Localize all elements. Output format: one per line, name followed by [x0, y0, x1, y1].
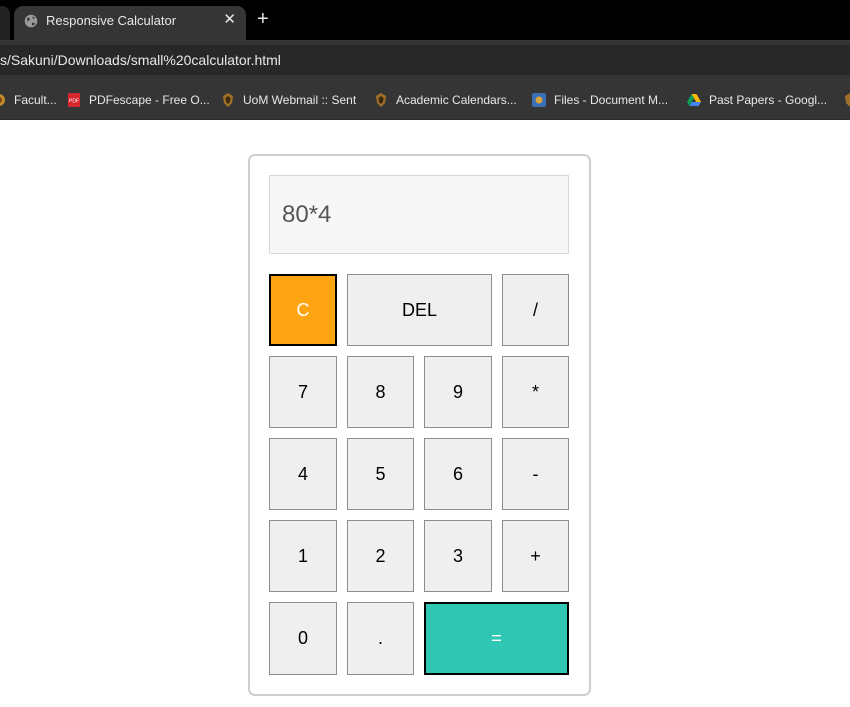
- digit-1-button[interactable]: 1: [269, 520, 337, 592]
- calculator-display[interactable]: 80*4: [269, 175, 569, 254]
- bookmark-label: PDFescape - Free O...: [89, 93, 210, 107]
- bookmark-academic-calendars[interactable]: Academic Calendars...: [373, 91, 517, 109]
- uom-crest-icon: [845, 93, 850, 107]
- close-tab-icon[interactable]: ✕: [223, 11, 236, 29]
- multiply-button[interactable]: *: [502, 356, 569, 428]
- clear-button[interactable]: C: [269, 274, 337, 346]
- tab-responsive-calculator[interactable]: Responsive Calculator ✕: [14, 6, 246, 40]
- digit-8-button[interactable]: 8: [347, 356, 414, 428]
- bookmark-overflow[interactable]: [842, 91, 850, 109]
- digit-0-button[interactable]: 0: [269, 602, 337, 675]
- bookmark-files[interactable]: Files - Document M...: [531, 91, 668, 109]
- files-icon: [532, 93, 546, 107]
- pdf-icon: PDF: [68, 93, 80, 107]
- digit-7-button[interactable]: 7: [269, 356, 337, 428]
- new-tab-button[interactable]: +: [257, 8, 269, 30]
- bookmark-uom-webmail[interactable]: UoM Webmail :: Sent: [220, 91, 356, 109]
- tab-title: Responsive Calculator: [46, 13, 177, 28]
- url-field[interactable]: s/Sakuni/Downloads/small%20calculator.ht…: [0, 45, 850, 75]
- digit-9-button[interactable]: 9: [424, 356, 492, 428]
- previous-tab[interactable]: [0, 6, 10, 40]
- digit-5-button[interactable]: 5: [347, 438, 414, 510]
- digit-6-button[interactable]: 6: [424, 438, 492, 510]
- bookmark-faculty[interactable]: Facult...: [0, 91, 57, 109]
- bookmark-label: Past Papers - Googl...: [709, 93, 828, 107]
- globe-icon: [24, 14, 38, 28]
- bookmark-label: Files - Document M...: [554, 93, 669, 107]
- svg-text:PDF: PDF: [69, 99, 79, 105]
- bookmark-past-papers[interactable]: Past Papers - Googl...: [686, 91, 827, 109]
- delete-button[interactable]: DEL: [347, 274, 492, 346]
- uom-crest-icon: [376, 93, 386, 107]
- plus-button[interactable]: +: [502, 520, 569, 592]
- browser-tab-bar: Responsive Calculator ✕ +: [0, 0, 850, 40]
- digit-3-button[interactable]: 3: [424, 520, 492, 592]
- bookmark-label: Facult...: [14, 93, 57, 107]
- bookmark-label: Academic Calendars...: [396, 93, 517, 107]
- bookmarks-bar: Facult... PDF PDFescape - Free O... UoM …: [0, 80, 850, 120]
- divide-button[interactable]: /: [502, 274, 569, 346]
- digit-2-button[interactable]: 2: [347, 520, 414, 592]
- uom-crest-icon: [223, 93, 233, 107]
- equals-button[interactable]: =: [424, 602, 569, 675]
- digit-4-button[interactable]: 4: [269, 438, 337, 510]
- faculty-icon: [0, 94, 5, 106]
- url-text: s/Sakuni/Downloads/small%20calculator.ht…: [0, 52, 281, 68]
- google-drive-icon: [687, 94, 701, 106]
- address-bar: s/Sakuni/Downloads/small%20calculator.ht…: [0, 40, 850, 80]
- minus-button[interactable]: -: [502, 438, 569, 510]
- decimal-point-button[interactable]: .: [347, 602, 414, 675]
- bookmark-pdfescape[interactable]: PDF PDFescape - Free O...: [66, 91, 210, 109]
- bookmark-label: UoM Webmail :: Sent: [243, 93, 357, 107]
